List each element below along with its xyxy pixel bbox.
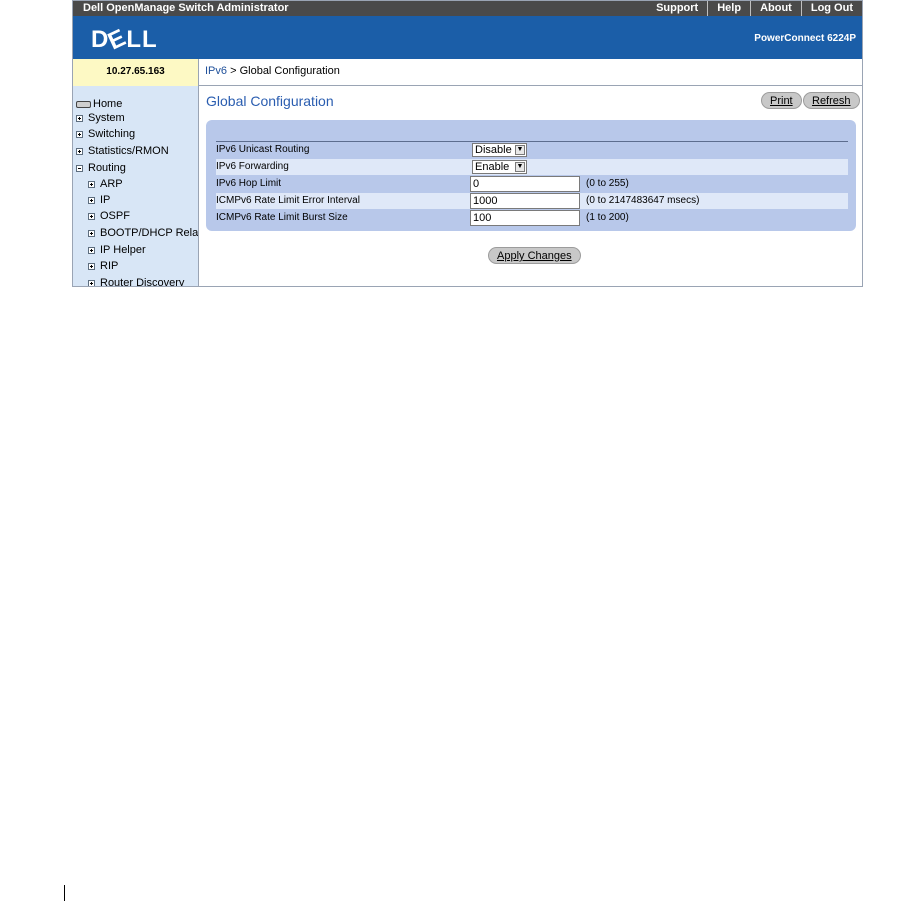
forwarding-label: IPv6 Forwarding: [216, 161, 289, 172]
sidebar-item-ip[interactable]: IP: [88, 194, 110, 206]
app-title: Dell OpenManage Switch Administrator: [83, 2, 289, 14]
hop-limit-row: IPv6 Hop Limit (0 to 255): [216, 176, 848, 192]
expand-icon[interactable]: [88, 196, 95, 204]
sidebar-item-label: BOOTP/DHCP Relay A: [100, 227, 199, 239]
sidebar-item-arp[interactable]: ARP: [88, 178, 123, 190]
burst-size-label: ICMPv6 Rate Limit Burst Size: [216, 212, 348, 223]
chevron-down-icon[interactable]: ▼: [515, 145, 525, 155]
error-interval-input[interactable]: [470, 193, 580, 209]
about-link[interactable]: About: [750, 1, 801, 16]
config-panel: IPv6 Unicast Routing Disable ▼ IPv6 Forw…: [206, 120, 856, 231]
refresh-button[interactable]: Refresh: [803, 92, 860, 109]
error-interval-row: ICMPv6 Rate Limit Error Interval (0 to 2…: [216, 193, 848, 209]
sidebar-item-switching[interactable]: Switching: [76, 128, 135, 140]
hop-limit-input[interactable]: [470, 176, 580, 192]
apply-changes-button[interactable]: Apply Changes: [488, 247, 581, 264]
sidebar-item-label: Routing: [88, 162, 126, 174]
hop-limit-label: IPv6 Hop Limit: [216, 178, 282, 189]
error-interval-range: (0 to 2147483647 msecs): [586, 195, 700, 206]
sidebar-item-routing[interactable]: Routing: [76, 162, 126, 174]
burst-size-range: (1 to 200): [586, 212, 629, 223]
sidebar-item-ospf[interactable]: OSPF: [88, 210, 130, 222]
breadcrumb-current: Global Configuration: [239, 65, 340, 77]
top-bar: Dell OpenManage Switch Administrator Sup…: [73, 1, 862, 16]
breadcrumb-separator: >: [230, 65, 237, 77]
page-title: Global Configuration: [206, 93, 334, 109]
error-interval-label: ICMPv6 Rate Limit Error Interval: [216, 195, 360, 206]
sidebar-item-label: Router Discovery: [100, 277, 185, 286]
print-button[interactable]: Print: [761, 92, 802, 109]
breadcrumb: IPv6 > Global Configuration: [199, 59, 862, 86]
sidebar-item-label: Switching: [88, 128, 136, 140]
breadcrumb-ipv6-link[interactable]: IPv6: [205, 65, 227, 77]
sidebar-item-rip[interactable]: RIP: [88, 260, 118, 272]
unicast-routing-row: IPv6 Unicast Routing Disable ▼: [216, 142, 848, 158]
app-window: Dell OpenManage Switch Administrator Sup…: [72, 0, 863, 287]
sidebar-item-system[interactable]: System: [76, 112, 125, 124]
expand-icon[interactable]: [76, 114, 83, 122]
sidebar-item-router-discovery[interactable]: Router Discovery: [88, 277, 184, 286]
burst-size-input[interactable]: [470, 210, 580, 226]
dell-logo: DELL: [91, 23, 158, 56]
sidebar-item-label: System: [88, 112, 125, 124]
burst-size-row: ICMPv6 Rate Limit Burst Size (1 to 200): [216, 210, 848, 226]
sidebar-item-label: RIP: [100, 260, 119, 272]
expand-icon[interactable]: [88, 246, 95, 254]
home-icon: [76, 100, 91, 108]
sidebar-item-label: ARP: [100, 178, 123, 190]
top-links: Support Help About Log Out: [647, 1, 862, 16]
unicast-routing-label: IPv6 Unicast Routing: [216, 144, 310, 155]
sidebar-item-label: Home: [93, 98, 123, 110]
sidebar-item-label: OSPF: [100, 210, 130, 222]
switch-model: PowerConnect 6224P: [754, 33, 856, 44]
hop-limit-range: (0 to 255): [586, 178, 629, 189]
sidebar-item-bootp[interactable]: BOOTP/DHCP Relay A: [88, 227, 199, 239]
sidebar-item-iphelper[interactable]: IP Helper: [88, 244, 146, 256]
unicast-routing-value: Disable: [475, 144, 512, 156]
sidebar-item-label: IP Helper: [100, 244, 146, 256]
expand-icon[interactable]: [88, 262, 95, 270]
collapse-icon[interactable]: [76, 164, 83, 172]
page-margin-line: [64, 885, 65, 901]
logout-link[interactable]: Log Out: [800, 1, 862, 16]
help-link[interactable]: Help: [707, 1, 750, 16]
support-link[interactable]: Support: [647, 1, 707, 16]
unicast-routing-select[interactable]: Disable ▼: [472, 143, 527, 157]
expand-icon[interactable]: [88, 229, 95, 237]
sidebar-item-home[interactable]: Home: [76, 98, 122, 110]
expand-icon[interactable]: [88, 212, 95, 220]
chevron-down-icon[interactable]: ▼: [515, 162, 525, 172]
ip-address: 10.27.65.163: [73, 59, 199, 86]
forwarding-select[interactable]: Enable ▼: [472, 160, 527, 174]
sidebar-item-label: IP: [100, 194, 111, 206]
forwarding-value: Enable: [475, 161, 510, 173]
main-content: Global Configuration Print Refresh IPv6 …: [199, 86, 862, 286]
sidebar-nav: Home System Switching Statistics/RMON Ro…: [73, 86, 199, 286]
banner: DELL PowerConnect 6224P: [73, 16, 862, 59]
sidebar-item-statistics[interactable]: Statistics/RMON: [76, 145, 169, 157]
expand-icon[interactable]: [76, 130, 83, 138]
expand-icon[interactable]: [88, 279, 95, 286]
forwarding-row: IPv6 Forwarding Enable ▼: [216, 159, 848, 175]
expand-icon[interactable]: [88, 180, 95, 188]
expand-icon[interactable]: [76, 147, 83, 155]
sidebar-item-label: Statistics/RMON: [88, 145, 169, 157]
